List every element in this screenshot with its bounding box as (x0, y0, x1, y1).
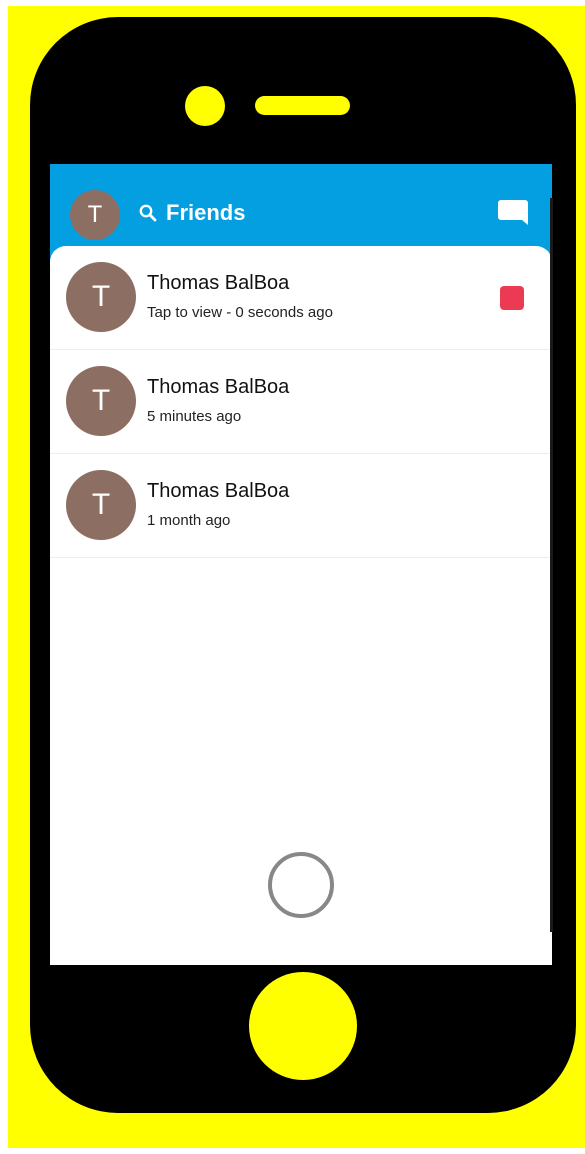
unread-snap-badge (500, 286, 524, 310)
friend-status: 5 minutes ago (147, 408, 242, 425)
profile-avatar-initial: T (87, 201, 103, 228)
friend-name: Thomas BalBoa (147, 376, 290, 398)
screen-edge-divider (550, 198, 553, 932)
phone-screen: T Friends T Thomas BalBoa Tap to view - … (50, 164, 552, 965)
avatar-initial: T (91, 488, 111, 521)
home-button[interactable] (249, 972, 357, 1080)
search-button[interactable]: Friends (138, 198, 245, 228)
profile-avatar[interactable]: T (70, 190, 120, 240)
avatar-initial: T (91, 280, 111, 313)
friend-list-item[interactable]: T Thomas BalBoa Tap to view - 0 seconds … (50, 246, 552, 350)
capture-button[interactable] (268, 852, 334, 918)
earpiece-speaker (255, 96, 350, 115)
friend-name: Thomas BalBoa (147, 272, 290, 294)
page-title: Friends (166, 200, 246, 225)
avatar: T (66, 262, 136, 332)
avatar-initial: T (91, 384, 111, 417)
search-icon (139, 204, 157, 222)
friend-list-item[interactable]: T Thomas BalBoa 5 minutes ago (50, 350, 552, 454)
friend-list-item[interactable]: T Thomas BalBoa 1 month ago (50, 454, 552, 558)
friend-name: Thomas BalBoa (147, 480, 290, 502)
chat-bubble-icon[interactable] (496, 198, 530, 230)
avatar: T (66, 470, 136, 540)
front-camera (185, 86, 225, 126)
friend-status: 1 month ago (147, 512, 231, 529)
avatar: T (66, 366, 136, 436)
friend-status: Tap to view - 0 seconds ago (147, 304, 333, 321)
